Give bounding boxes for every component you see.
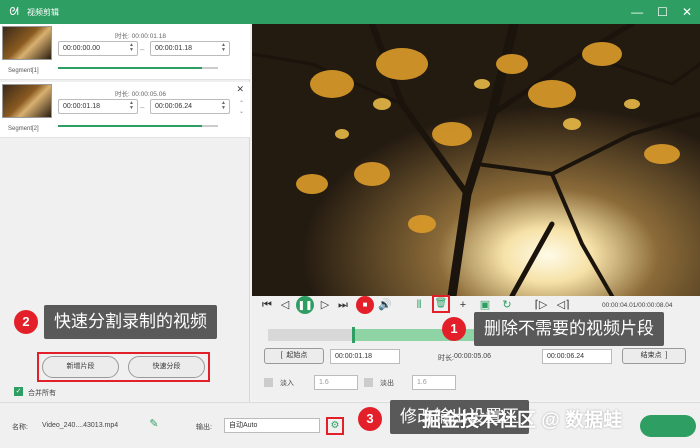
segment-end-field[interactable]: 00:00:06.24 ▲ ▼ xyxy=(150,99,230,114)
callout-delete-segment: 删除不需要的视频片段 xyxy=(474,312,664,346)
segment-progress xyxy=(58,67,218,69)
quick-split-button[interactable]: 快速分段 xyxy=(128,356,205,378)
trim-start-handle[interactable] xyxy=(352,327,355,343)
window-title: 视频剪辑 xyxy=(27,7,59,17)
range-dash: – xyxy=(140,103,145,112)
volume-icon[interactable]: 🔊 xyxy=(378,298,392,312)
output-label: 输出: xyxy=(196,424,212,431)
callout-number-3: 3 xyxy=(358,407,382,431)
segment-label: Segment[1] xyxy=(8,68,39,74)
previous-frame-icon[interactable]: ◁ xyxy=(278,298,292,312)
set-start-button[interactable]: [ 起始点 xyxy=(264,348,324,364)
split-icon[interactable]: ⫴ xyxy=(412,298,426,312)
copy-icon[interactable]: ▣ xyxy=(478,298,492,312)
add-icon[interactable]: + xyxy=(456,298,470,312)
mark-out-icon[interactable]: ◁⌉ xyxy=(556,298,570,312)
new-segment-button[interactable]: 新增片段 xyxy=(42,356,119,378)
file-name: Video_240....43013.mp4 xyxy=(42,422,119,429)
delete-segment-icon[interactable]: 🗑 xyxy=(432,295,450,313)
skip-end-icon[interactable]: ⏭ xyxy=(336,298,350,312)
output-select[interactable]: 自动Auto xyxy=(224,418,320,433)
fade-in-label: 淡入 xyxy=(280,380,294,387)
next-frame-icon[interactable]: ▷ xyxy=(318,298,332,312)
minimize-button[interactable]: — xyxy=(631,5,643,19)
export-button[interactable] xyxy=(640,415,696,437)
video-preview[interactable] xyxy=(252,24,700,296)
fade-out-label: 淡出 xyxy=(380,380,394,387)
trim-duration-label: 时长: xyxy=(438,355,454,362)
trim-end-field[interactable]: 00:00:06.24 xyxy=(542,349,612,364)
segment-item-1[interactable]: Segment[1] 时长: 00:00:01.18 00:00:00.00 ▲ ▼… xyxy=(0,24,250,80)
segment-start-field[interactable]: 00:00:00.00 ▲ ▼ xyxy=(58,41,138,56)
range-dash: – xyxy=(140,45,145,54)
segment-duration: 时长: 00:00:05.06 xyxy=(115,91,166,98)
segment-end-field[interactable]: 00:00:01.18 ▲ ▼ xyxy=(150,41,230,56)
fade-in-field[interactable]: 1.6 xyxy=(314,375,358,390)
trim-duration-value: 00:00:05.06 xyxy=(454,353,491,360)
merge-all-label: 合并所有 xyxy=(28,390,56,397)
mark-in-icon[interactable]: ⌈▷ xyxy=(534,298,548,312)
app-logo-icon: ᘛ xyxy=(9,5,19,18)
name-label: 名称: xyxy=(12,424,28,431)
playback-controls: ⏮ ◁ ❚❚ ▷ ⏭ ■ 🔊 ⫴ 🗑 + ▣ ↻ ⌈▷ ◁⌉ 00:00:04.… xyxy=(252,295,700,400)
reorder-arrows-icon[interactable]: ⌃ ⌄ xyxy=(239,100,244,116)
playback-time: 00:00:04.01/00:00:08.04 xyxy=(602,302,673,309)
segment-panel: Segment[1] 时长: 00:00:01.18 00:00:00.00 ▲ ▼… xyxy=(0,24,250,402)
segment-duration: 时长: 00:00:01.18 xyxy=(115,33,166,40)
gear-icon[interactable]: ⚙ xyxy=(326,417,344,435)
reset-icon[interactable]: ↻ xyxy=(500,298,514,312)
watermark: 掘金技术社区 @ 数据蛙 xyxy=(422,410,623,431)
fade-out-checkbox[interactable] xyxy=(364,378,373,387)
close-button[interactable]: ✕ xyxy=(682,5,692,19)
segment-label: Segment[2] xyxy=(8,126,39,132)
fade-in-checkbox[interactable] xyxy=(264,378,273,387)
edit-name-icon[interactable]: ✎ xyxy=(148,417,160,431)
callout-number-1: 1 xyxy=(442,317,466,341)
timeline-selection[interactable] xyxy=(352,329,492,341)
fade-out-field[interactable]: 1.6 xyxy=(412,375,456,390)
segment-thumbnail xyxy=(2,26,52,60)
trim-start-field[interactable]: 00:00:01.18 xyxy=(330,349,400,364)
segment-item-2[interactable]: Segment[2] 时长: 00:00:05.06 00:00:01.18 ▲ ▼… xyxy=(0,82,250,138)
set-end-button[interactable]: 结束点 ] xyxy=(622,348,686,364)
output-bar: 名称: Video_240....43013.mp4 ✎ 输出: 自动Auto … xyxy=(0,400,700,448)
remove-segment-icon[interactable]: ✕ xyxy=(236,84,244,95)
callout-quick-split: 快速分割录制的视频 xyxy=(44,305,217,339)
skip-start-icon[interactable]: ⏮ xyxy=(260,298,274,312)
title-bar: ᘛ 视频剪辑 — ☐ ✕ xyxy=(0,0,700,24)
maximize-button[interactable]: ☐ xyxy=(657,5,668,19)
stop-button[interactable]: ■ xyxy=(356,296,374,314)
segment-start-field[interactable]: 00:00:01.18 ▲ ▼ xyxy=(58,99,138,114)
segment-thumbnail xyxy=(2,84,52,118)
pause-button[interactable]: ❚❚ xyxy=(296,296,314,314)
segment-progress xyxy=(58,125,218,127)
merge-all-checkbox[interactable]: ✓ xyxy=(14,387,23,396)
callout-number-2: 2 xyxy=(14,310,38,334)
